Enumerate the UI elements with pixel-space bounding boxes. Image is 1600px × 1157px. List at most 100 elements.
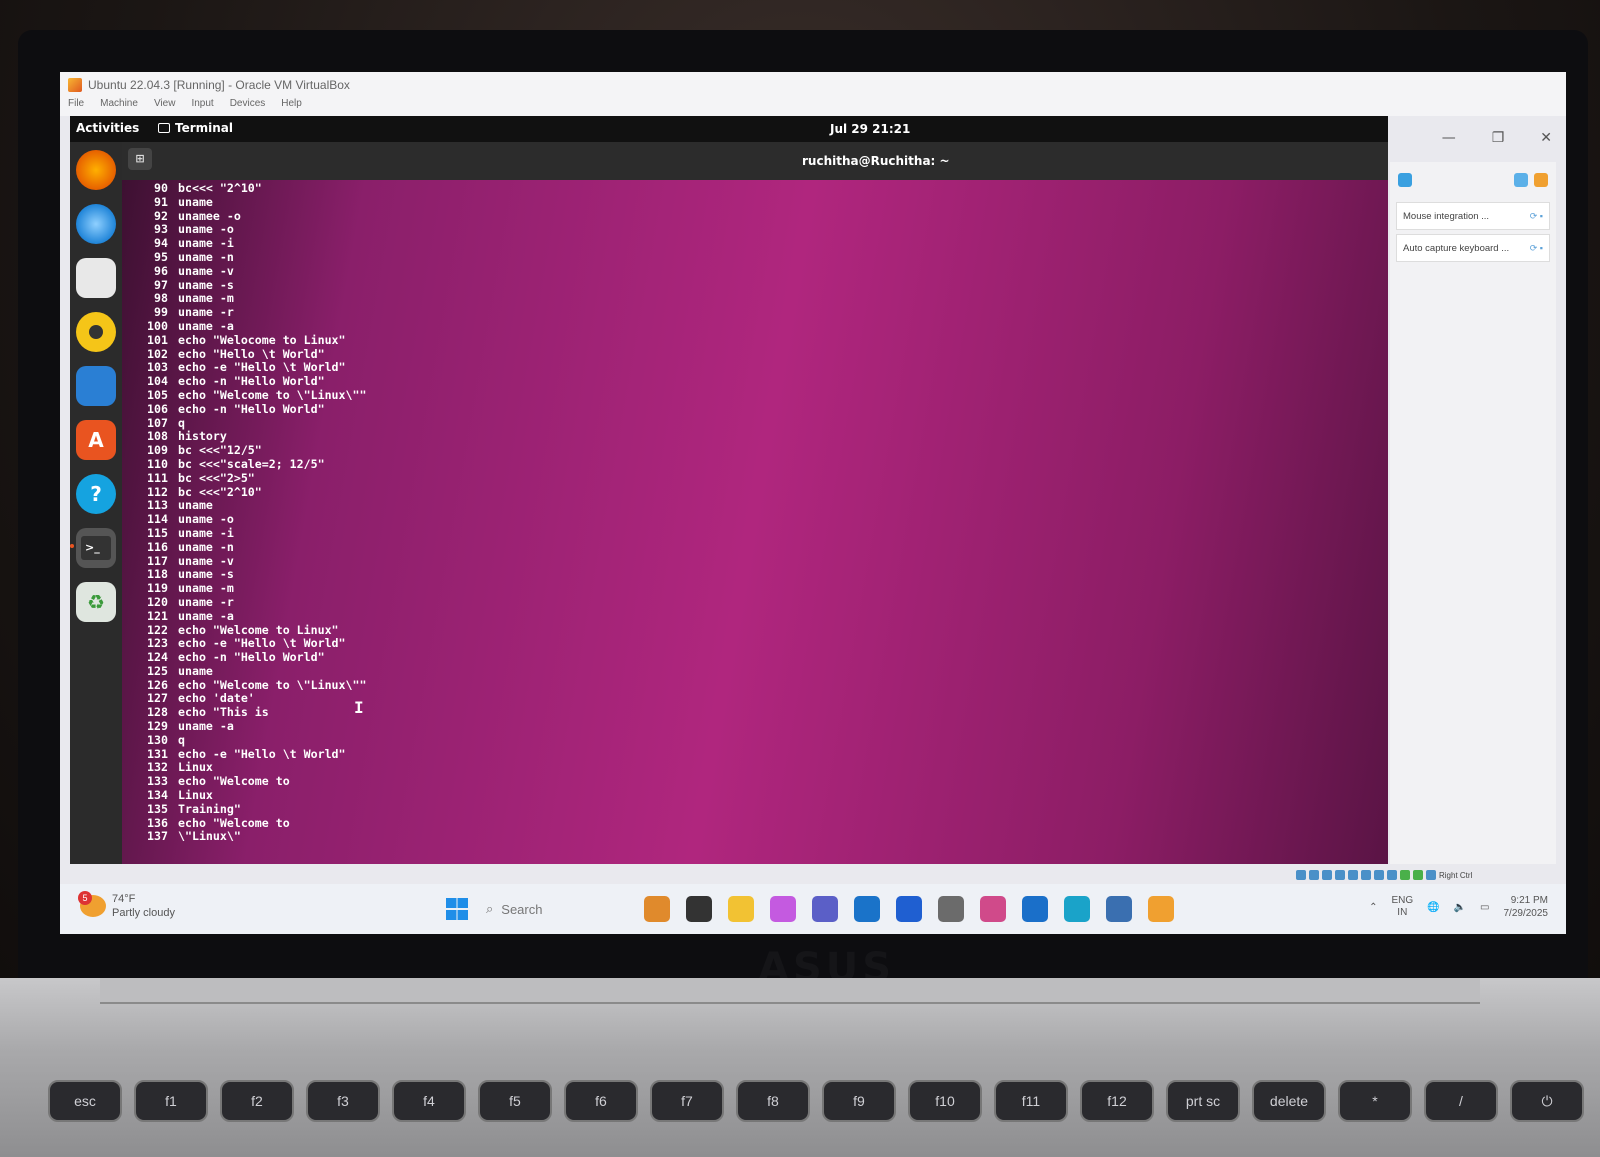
whatsapp-icon[interactable] xyxy=(938,896,964,922)
key-f9: f9 xyxy=(822,1080,896,1122)
notice-dismiss-icon[interactable]: ⟳ ▪ xyxy=(1530,211,1543,222)
terminal-window[interactable]: ⊞ ruchitha@Ruchitha: ~ 90 bc<<< "2^10" 91 u… xyxy=(122,142,1388,864)
optical-drive-status-icon[interactable] xyxy=(1309,870,1319,880)
app-menu-terminal[interactable]: Terminal xyxy=(158,121,233,135)
network-status-icon[interactable] xyxy=(1335,870,1345,880)
history-line: 100 uname -a xyxy=(132,319,832,334)
menu-help[interactable]: Help xyxy=(281,98,302,116)
store-colored-icon[interactable] xyxy=(980,896,1006,922)
history-command: uname -a xyxy=(178,608,234,623)
history-line-number: 122 xyxy=(147,622,168,637)
store-icon[interactable] xyxy=(1022,896,1048,922)
history-line: 103 echo -e "Hello \t World" xyxy=(132,360,832,375)
software-icon[interactable]: A xyxy=(76,420,116,460)
weather-description: Partly cloudy xyxy=(112,907,175,919)
history-line: 113 uname xyxy=(132,498,832,513)
notice-auto-capture-keyboard[interactable]: Auto capture keyboard ... ⟳ ▪ xyxy=(1396,234,1550,262)
chevron-up-icon[interactable]: ⌃ xyxy=(1369,902,1377,913)
firefox-icon[interactable] xyxy=(76,150,116,190)
history-line-number: 107 xyxy=(147,415,168,430)
history-line: 118 uname -s xyxy=(132,567,832,582)
taskbar-clock[interactable]: 9:21 PM 7/29/2025 xyxy=(1504,894,1549,920)
virtualbox-manager-icon[interactable] xyxy=(1106,896,1132,922)
file-explorer-icon[interactable] xyxy=(728,896,754,922)
recording-status-icon[interactable] xyxy=(1387,870,1397,880)
hard-disk-status-icon[interactable] xyxy=(1296,870,1306,880)
history-line: 109 bc <<<"12/5" xyxy=(132,443,832,458)
tiger-app-icon[interactable] xyxy=(644,896,670,922)
display-status-icon[interactable] xyxy=(1374,870,1384,880)
menu-machine[interactable]: Machine xyxy=(100,98,138,116)
history-command: Linux xyxy=(178,760,213,775)
panel-close-icon[interactable] xyxy=(1534,173,1548,187)
history-command: bc <<<"12/5" xyxy=(178,443,262,458)
history-line: 122 echo "Welcome to Linux" xyxy=(132,622,832,638)
history-line: 131 echo -e "Hello \t World" xyxy=(132,747,832,762)
menu-file[interactable]: File xyxy=(68,98,84,116)
menu-devices[interactable]: Devices xyxy=(230,98,266,116)
history-line: 108 history xyxy=(132,429,832,444)
history-line-number: 105 xyxy=(147,387,168,402)
language-indicator[interactable]: ENG IN xyxy=(1391,895,1413,919)
new-tab-icon[interactable]: ⊞ xyxy=(128,148,152,170)
battery-icon[interactable]: ▭ xyxy=(1480,902,1489,913)
history-command: echo "Hello \t World" xyxy=(178,346,325,361)
history-command: uname -m xyxy=(178,291,234,306)
keyboard-status-icon[interactable] xyxy=(1426,870,1436,880)
shared-folders-status-icon[interactable] xyxy=(1361,870,1371,880)
cpu-status-icon[interactable] xyxy=(1400,870,1410,880)
mouse-status-icon[interactable] xyxy=(1413,870,1423,880)
history-command: echo "Welcome to Linux" xyxy=(178,622,339,637)
notification-icon[interactable] xyxy=(1398,173,1412,187)
history-line-number: 130 xyxy=(147,732,168,747)
thunderbird-icon[interactable] xyxy=(76,204,116,244)
history-line: 117 uname -v xyxy=(132,554,832,569)
history-command: echo -n "Hello World" xyxy=(178,374,325,389)
top-bar-clock[interactable]: Jul 29 21:21 xyxy=(830,122,910,136)
laptop-hinge xyxy=(100,978,1480,1004)
usb-status-icon[interactable] xyxy=(1348,870,1358,880)
history-command: echo "Welcome to \"Linux\"" xyxy=(178,387,367,402)
minimize-button[interactable]: — xyxy=(1442,130,1456,146)
network-globe-icon[interactable]: 🌐 xyxy=(1427,902,1439,913)
menu-view[interactable]: View xyxy=(154,98,176,116)
history-line: 111 bc <<<"2>5" xyxy=(132,470,832,486)
writer-icon[interactable] xyxy=(76,366,116,406)
close-button[interactable]: ✕ xyxy=(1540,130,1552,146)
history-line-number: 104 xyxy=(147,374,168,389)
rhythmbox-icon[interactable] xyxy=(76,312,116,352)
history-command: Training" xyxy=(178,801,241,816)
help-icon[interactable]: ? xyxy=(76,474,116,514)
volume-icon[interactable]: 🔈 xyxy=(1454,902,1466,913)
files-icon[interactable] xyxy=(76,258,116,298)
notice-dismiss-icon[interactable]: ⟳ ▪ xyxy=(1530,243,1543,254)
taskbar-pinned-apps xyxy=(644,896,1174,922)
virtualbox-vm-icon[interactable] xyxy=(1148,896,1174,922)
key--: ⏻ xyxy=(1510,1080,1584,1122)
history-line: 130 q xyxy=(132,732,832,748)
teams-icon[interactable] xyxy=(812,896,838,922)
terminal-icon[interactable]: >_ xyxy=(70,528,116,568)
trash-icon[interactable]: ♻ xyxy=(76,582,116,622)
notice-mouse-integration[interactable]: Mouse integration ... ⟳ ▪ xyxy=(1396,202,1550,230)
start-button-icon[interactable] xyxy=(446,898,468,920)
taskbar-search[interactable]: ⌕ Search xyxy=(486,896,636,922)
edge-icon[interactable] xyxy=(1064,896,1090,922)
history-line: 129 uname -a xyxy=(132,719,832,734)
history-line-number: 111 xyxy=(147,470,168,485)
history-command: uname -m xyxy=(178,581,234,596)
audio-status-icon[interactable] xyxy=(1322,870,1332,880)
task-view-icon[interactable] xyxy=(686,896,712,922)
mail-icon[interactable] xyxy=(854,896,880,922)
virtualbox-menubar: File Machine View Input Devices Help xyxy=(60,98,1566,116)
activities-button[interactable]: Activities xyxy=(76,121,139,135)
virtualbox-titlebar: Ubuntu 22.04.3 [Running] - Oracle VM Vir… xyxy=(60,72,1566,98)
copilot-icon[interactable] xyxy=(770,896,796,922)
panel-toggle-icon[interactable] xyxy=(1514,173,1528,187)
restore-button[interactable]: ❐ xyxy=(1492,130,1505,146)
history-line: 123 echo -e "Hello \t World" xyxy=(132,636,832,651)
history-line-number: 90 xyxy=(154,181,168,195)
menu-input[interactable]: Input xyxy=(191,98,213,116)
app-blue-icon[interactable] xyxy=(896,896,922,922)
weather-widget[interactable]: 5 74°F Partly cloudy xyxy=(78,891,175,920)
